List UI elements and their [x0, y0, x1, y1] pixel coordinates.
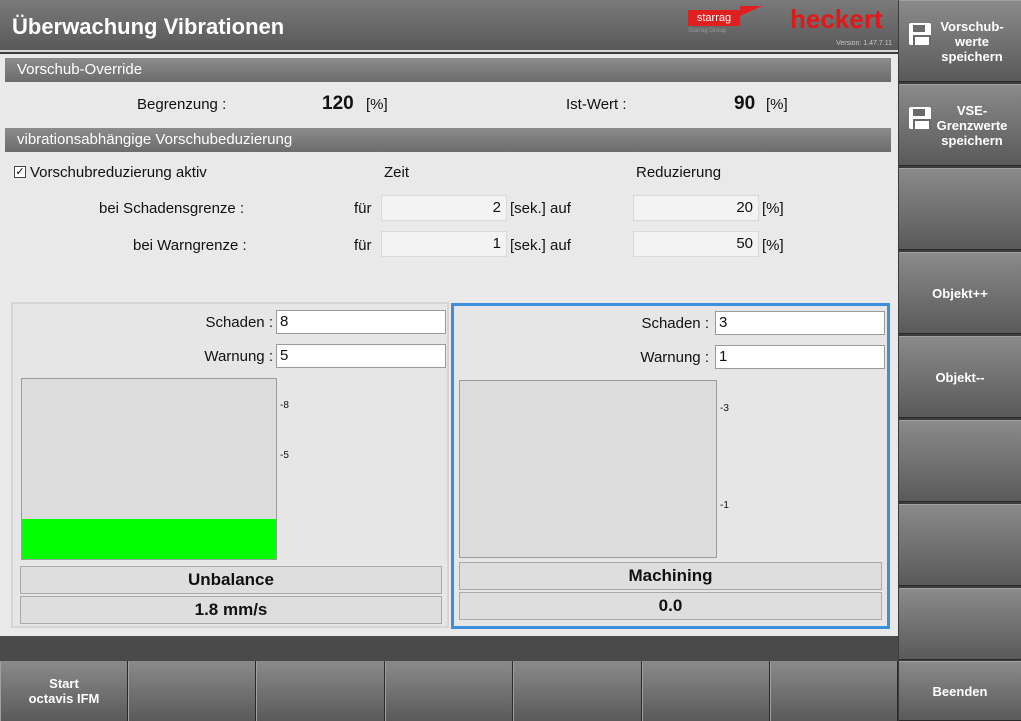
- warning-time-unit: [sek.] auf: [510, 237, 571, 254]
- sensor-warning-label: Warnung :: [204, 348, 273, 365]
- sensor-warning-input[interactable]: 1: [715, 345, 885, 369]
- sensor-damage-input[interactable]: 8: [276, 310, 446, 334]
- softkey-right-3[interactable]: [899, 168, 1021, 250]
- sensor-panel-machining[interactable]: Schaden : 3 Warnung : 1 -3 -1 Machining …: [451, 303, 890, 629]
- exit-label: Beenden: [932, 683, 988, 699]
- sensor-name: Machining: [459, 562, 882, 590]
- save-vse-limits-button[interactable]: VSE- Grenzwerte speichern: [899, 84, 1021, 166]
- object-next-label: Objekt++: [932, 285, 988, 301]
- save-vse-limits-label: VSE- Grenzwerte speichern: [936, 102, 1008, 148]
- sensor-damage-label: Schaden :: [641, 315, 709, 332]
- main-panel: Vorschub-Override Begrenzung : 120 [%] I…: [0, 54, 898, 636]
- starrag-logo-subtitle: Starrag Group: [688, 28, 727, 34]
- damage-tick-label: -3: [720, 403, 729, 414]
- limit-label: Begrenzung :: [137, 96, 227, 113]
- column-header-reduction: Reduzierung: [636, 164, 722, 181]
- starrag-logo: starrag: [688, 10, 740, 26]
- section-header-reduction: vibrationsabhängige Vorschubeduzierung: [5, 128, 891, 152]
- status-strip: [0, 636, 898, 661]
- version-label: Version: 1.47.7.11: [836, 40, 892, 47]
- warning-tick-label: -5: [280, 450, 289, 461]
- section-header-override: Vorschub-Override: [5, 58, 891, 82]
- save-feed-values-label: Vorschub-werte speichern: [940, 18, 1004, 64]
- damage-time-field[interactable]: 2: [381, 195, 507, 221]
- exit-button[interactable]: Beenden: [899, 661, 1021, 721]
- limit-value: 120: [322, 93, 354, 114]
- vibration-level-bar: [459, 380, 717, 558]
- object-prev-button[interactable]: Objekt--: [899, 336, 1021, 418]
- softkey-bottom-5[interactable]: [513, 661, 642, 721]
- sensor-panel-unbalance[interactable]: Schaden : 8 Warnung : 5 -8 -5 Unbalance …: [11, 302, 449, 628]
- softkey-bottom-3[interactable]: [256, 661, 385, 721]
- softkey-right-6[interactable]: [899, 420, 1021, 502]
- actual-unit: [%]: [766, 96, 788, 113]
- save-icon: [909, 107, 931, 129]
- vibration-level-fill: [22, 519, 276, 559]
- sensor-value: 1.8 mm/s: [20, 596, 442, 624]
- warning-reduction-field[interactable]: 50: [633, 231, 759, 257]
- sensor-warning-input[interactable]: 5: [276, 344, 446, 368]
- damage-reduction-field[interactable]: 20: [633, 195, 759, 221]
- starrag-flag-icon: [740, 6, 762, 16]
- start-octavis-ifm-button[interactable]: Start octavis IFM: [0, 661, 128, 721]
- object-prev-label: Objekt--: [935, 369, 985, 385]
- save-icon: [909, 23, 931, 45]
- damage-tick-label: -8: [280, 400, 289, 411]
- sensor-damage-input[interactable]: 3: [715, 311, 885, 335]
- warning-tick-label: -1: [720, 500, 729, 511]
- sensor-damage-label: Schaden :: [205, 314, 273, 331]
- warning-for-label: für: [354, 237, 372, 254]
- reduction-active-label: Vorschubreduzierung aktiv: [30, 164, 207, 181]
- title-bar: Überwachung Vibrationen starrag Starrag …: [0, 0, 898, 52]
- softkey-right-7[interactable]: [899, 504, 1021, 586]
- actual-value: 90: [734, 93, 756, 114]
- softkey-bottom-2[interactable]: [128, 661, 256, 721]
- damage-time-unit: [sek.] auf: [510, 200, 571, 217]
- object-next-button[interactable]: Objekt++: [899, 252, 1021, 334]
- limit-unit: [%]: [366, 96, 388, 113]
- sensor-warning-label: Warnung :: [640, 349, 709, 366]
- column-header-time: Zeit: [384, 164, 410, 181]
- warning-reduction-unit: [%]: [762, 237, 784, 254]
- start-octavis-ifm-label: Start octavis IFM: [28, 676, 100, 706]
- softkey-bottom-7[interactable]: [770, 661, 898, 721]
- damage-for-label: für: [354, 200, 372, 217]
- damage-reduction-unit: [%]: [762, 200, 784, 217]
- softkey-bottom-4[interactable]: [385, 661, 513, 721]
- vibration-level-bar: [21, 378, 277, 560]
- save-feed-values-button[interactable]: Vorschub-werte speichern: [899, 0, 1021, 82]
- sensor-name: Unbalance: [20, 566, 442, 594]
- sensor-value: 0.0: [459, 592, 882, 620]
- page-title: Überwachung Vibrationen: [12, 14, 285, 39]
- actual-label: Ist-Wert :: [566, 96, 627, 113]
- warning-limit-label: bei Warngrenze :: [133, 237, 247, 254]
- warning-time-field[interactable]: 1: [381, 231, 507, 257]
- damage-limit-label: bei Schadensgrenze :: [99, 200, 245, 217]
- softkey-right-8[interactable]: [899, 588, 1021, 660]
- reduction-active-checkbox[interactable]: ✓: [14, 166, 26, 178]
- softkey-bottom-6[interactable]: [642, 661, 770, 721]
- heckert-logo: heckert: [790, 4, 883, 34]
